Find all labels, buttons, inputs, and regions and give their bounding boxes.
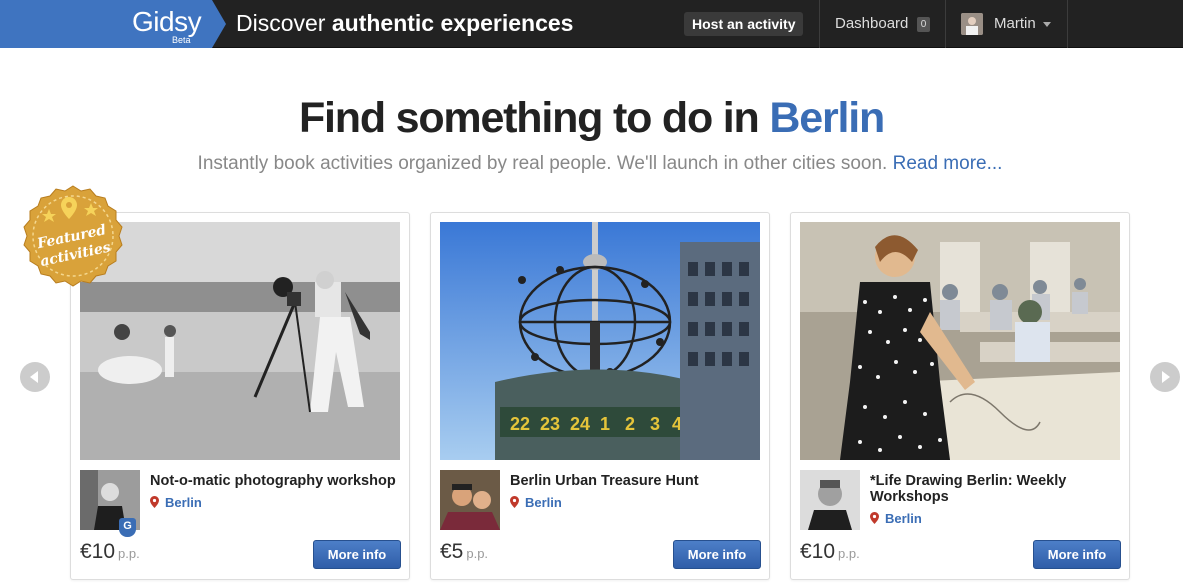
activity-photo[interactable] <box>800 222 1120 460</box>
featured-activities-badge: Featured activities <box>20 183 126 289</box>
activity-location[interactable]: Berlin <box>870 511 922 526</box>
top-nav-bar: Gidsy Beta Discover authentic experience… <box>0 0 1183 48</box>
chevron-right-icon <box>1162 371 1170 383</box>
activity-price: €10 p.p. <box>800 540 860 564</box>
price-value: €10 <box>800 540 836 563</box>
svg-text:24: 24 <box>570 414 590 434</box>
read-more-link[interactable]: Read more... <box>893 153 1003 174</box>
host-avatar[interactable] <box>800 470 860 530</box>
dashboard-count-badge: 0 <box>917 17 930 32</box>
nav-divider <box>1067 0 1068 48</box>
activity-title[interactable]: Berlin Urban Treasure Hunt <box>510 473 762 489</box>
tagline-prefix: Discover <box>236 10 326 36</box>
subline-text: Instantly book activities organized by r… <box>197 153 888 174</box>
activity-title[interactable]: *Life Drawing Berlin: Weekly Workshops <box>870 473 1122 505</box>
nav-divider <box>819 0 820 48</box>
more-info-button[interactable]: More info <box>313 540 401 569</box>
activity-title[interactable]: Not-o-matic photography workshop <box>150 473 402 489</box>
activity-card: *Life Drawing Berlin: Weekly Workshops B… <box>790 212 1130 580</box>
headline-prefix: Find something to do in <box>298 94 760 142</box>
user-name: Martin <box>994 15 1036 32</box>
svg-text:2: 2 <box>625 414 635 434</box>
more-info-button[interactable]: More info <box>1033 540 1121 569</box>
host-avatar[interactable] <box>440 470 500 530</box>
carousel-prev-button[interactable] <box>20 362 50 392</box>
location-label: Berlin <box>165 495 202 510</box>
svg-text:3: 3 <box>650 414 660 434</box>
page-title: Find something to do in Berlin <box>0 94 1183 143</box>
price-unit: p.p. <box>118 546 140 561</box>
activity-price: €10 p.p. <box>80 540 140 564</box>
chevron-left-icon <box>30 371 38 383</box>
headline-city[interactable]: Berlin <box>769 94 885 142</box>
activity-photo[interactable]: 22 23 24 1 2 3 4 <box>440 222 760 460</box>
activity-photo[interactable] <box>80 222 400 460</box>
price-unit: p.p. <box>838 546 860 561</box>
user-avatar <box>961 13 983 35</box>
pin-icon <box>870 512 879 524</box>
dashboard-link[interactable]: Dashboard <box>835 15 908 32</box>
logo-text: Gidsy <box>132 6 202 37</box>
gidsy-logo[interactable]: Gidsy Beta <box>0 0 228 48</box>
svg-text:22: 22 <box>510 414 530 434</box>
activity-price: €5 p.p. <box>440 540 488 564</box>
svg-text:1: 1 <box>600 414 610 434</box>
beta-label: Beta <box>172 35 191 45</box>
location-label: Berlin <box>885 511 922 526</box>
more-info-button[interactable]: More info <box>673 540 761 569</box>
tagline-bold: authentic experiences <box>331 10 574 36</box>
carousel-next-button[interactable] <box>1150 362 1180 392</box>
activity-location[interactable]: Berlin <box>150 495 202 510</box>
price-value: €5 <box>440 540 464 563</box>
activity-location[interactable]: Berlin <box>510 495 562 510</box>
price-value: €10 <box>80 540 116 563</box>
svg-text:23: 23 <box>540 414 560 434</box>
verified-host-badge: G <box>119 518 136 537</box>
pin-icon <box>510 496 519 508</box>
location-label: Berlin <box>525 495 562 510</box>
page-subtitle: Instantly book activities organized by r… <box>0 153 1183 175</box>
caret-down-icon <box>1043 22 1051 27</box>
activity-card: 22 23 24 1 2 3 4 Berlin Urban Treasure Hunt Be… <box>430 212 770 580</box>
pin-icon <box>150 496 159 508</box>
host-activity-button[interactable]: Host an activity <box>684 12 804 36</box>
price-unit: p.p. <box>466 546 489 561</box>
nav-divider <box>945 0 946 48</box>
tagline: Discover authentic experiences <box>236 10 573 37</box>
